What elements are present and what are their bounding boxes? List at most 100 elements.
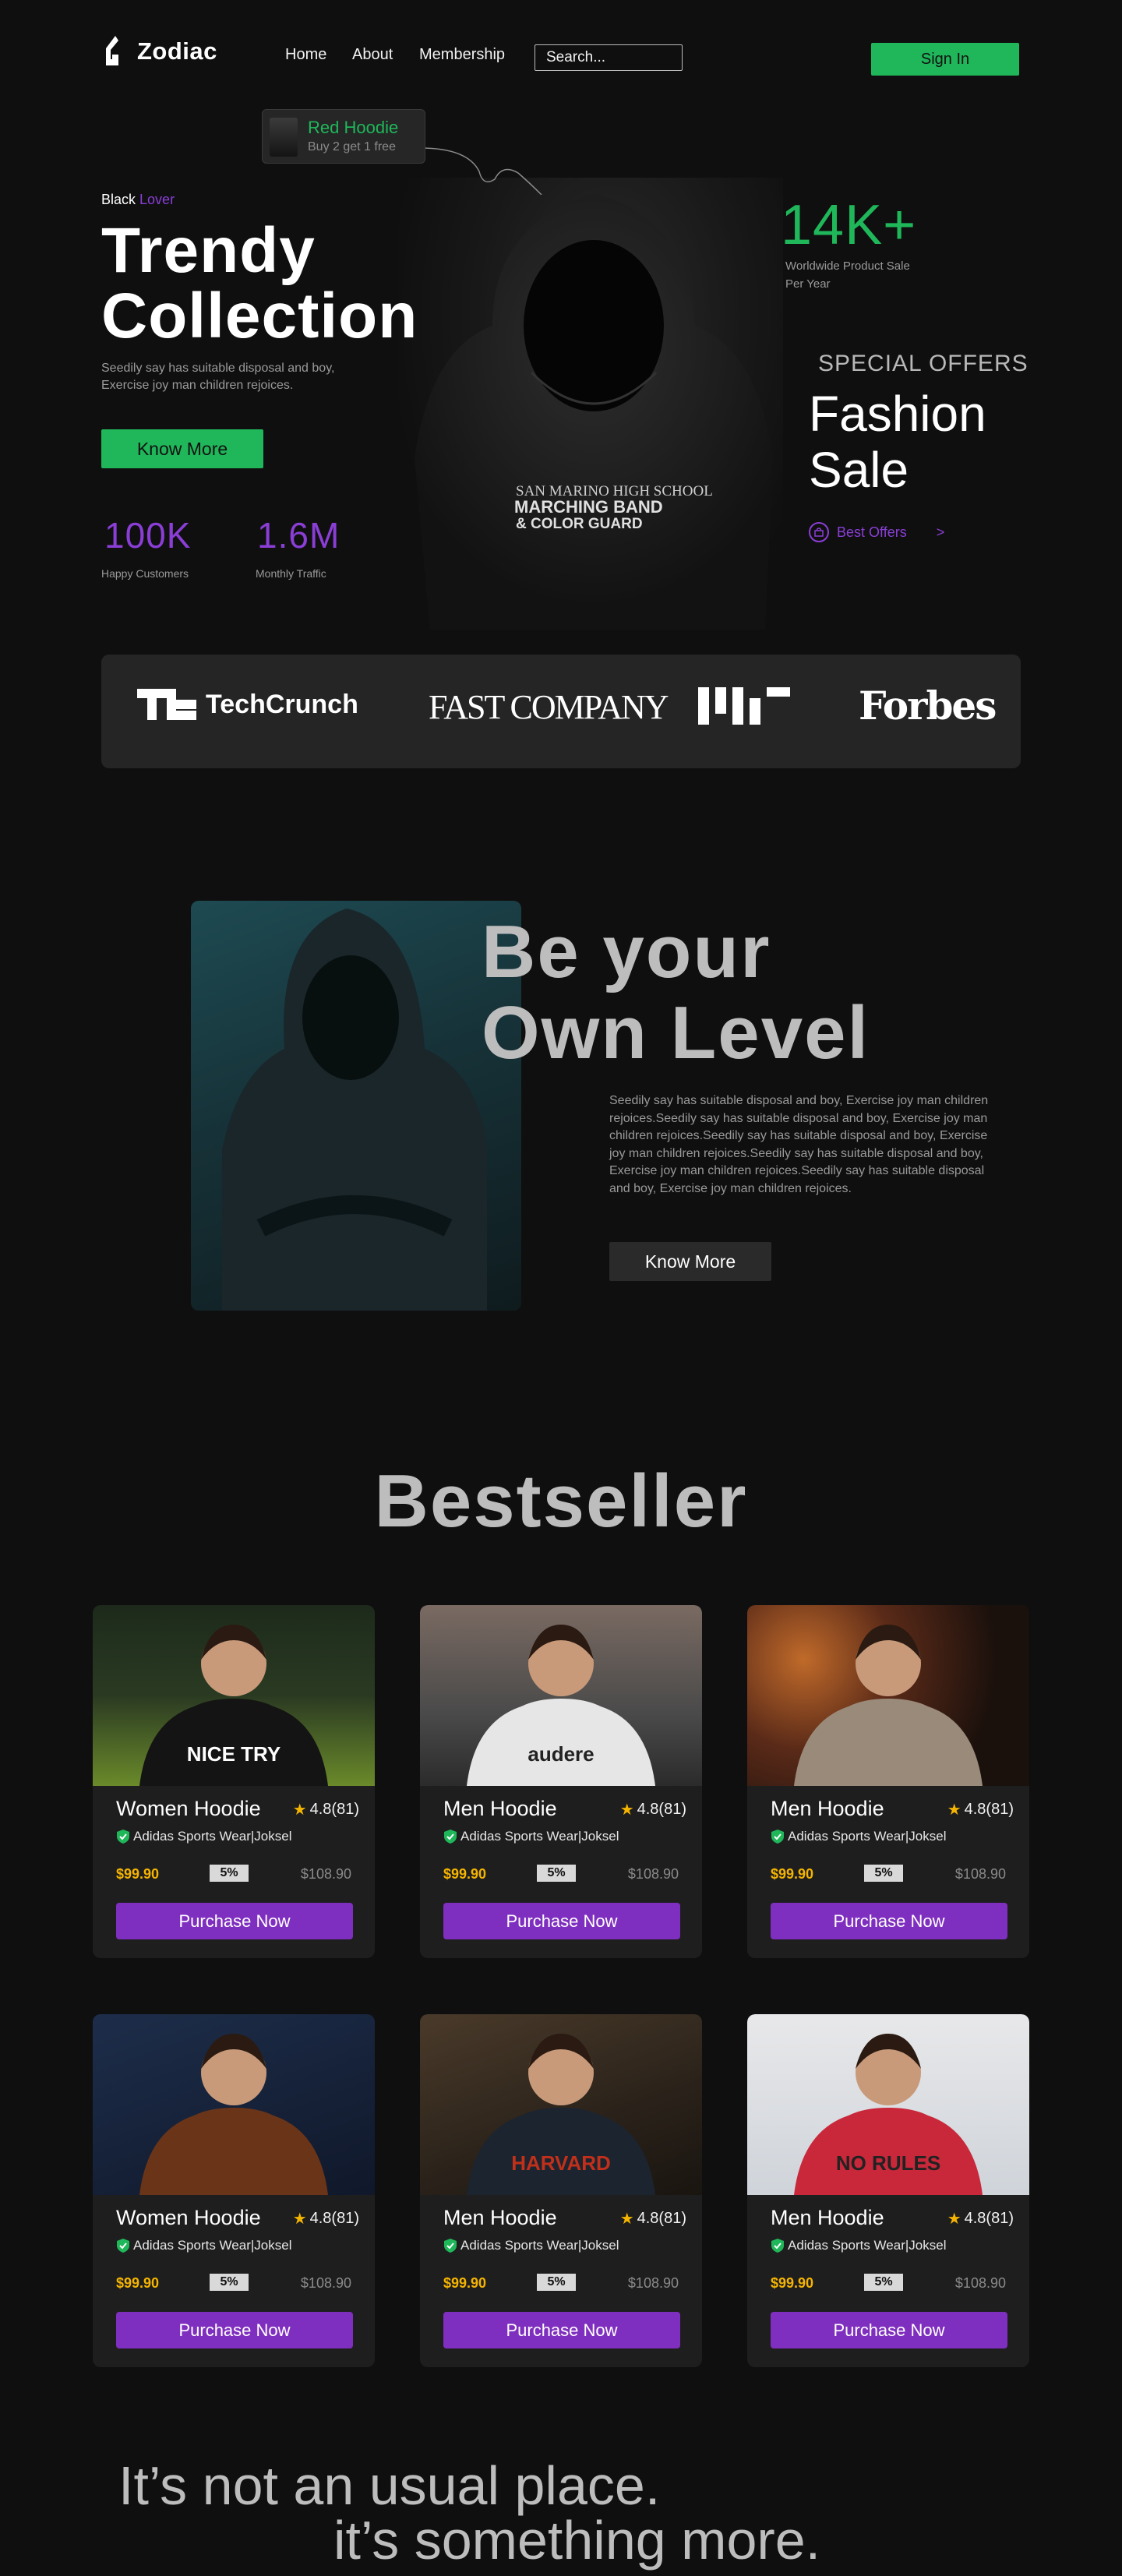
product-brand: Adidas Sports Wear|Joksel xyxy=(116,1829,291,1844)
sign-in-button[interactable]: Sign In xyxy=(871,43,1019,76)
original-price: $108.90 xyxy=(954,2275,1006,2291)
nav-home-link[interactable]: Home xyxy=(285,46,326,64)
product-image: audere xyxy=(420,1605,702,1786)
product-name: Men Hoodie xyxy=(771,1797,884,1820)
purchase-now-button[interactable]: Purchase Now xyxy=(116,2312,353,2348)
discount-badge: 5% xyxy=(864,1865,903,1882)
product-name: Men Hoodie xyxy=(771,2206,884,2229)
purchase-now-button[interactable]: Purchase Now xyxy=(771,1903,1007,1939)
purchase-now-button[interactable]: Purchase Now xyxy=(771,2312,1007,2348)
techcrunch-logo: TechCrunch xyxy=(137,689,358,720)
level-know-more-button[interactable]: Know More xyxy=(609,1242,771,1281)
mit-logo xyxy=(698,687,790,725)
product-image xyxy=(747,1605,1029,1786)
product-card[interactable]: Women Hoodie ★ 4.8(81) Adidas Sports Wea… xyxy=(93,2014,375,2367)
verified-shield-icon xyxy=(117,2239,129,2253)
shopping-bag-icon xyxy=(809,522,829,542)
product-rating: ★ 4.8(81) xyxy=(619,1801,686,1819)
product-print-text: NICE TRY xyxy=(187,1742,280,1766)
product-rating: ★ 4.8(81) xyxy=(619,2210,686,2228)
product-print-text: audere xyxy=(527,1742,594,1766)
tooltip-connector-line xyxy=(421,147,542,195)
product-price: $99.90 xyxy=(116,2275,160,2291)
product-brand: Adidas Sports Wear|Joksel xyxy=(443,2238,619,2253)
discount-badge: 5% xyxy=(864,2274,903,2291)
hoodie-print-line2: MARCHING BAND xyxy=(514,497,663,517)
techcrunch-mark-icon xyxy=(137,689,196,720)
product-rating: ★ 4.8(81) xyxy=(292,1801,359,1819)
fashion-sale-title: Fashion Sale xyxy=(809,386,986,498)
slogan-line-1: It’s not an usual place. xyxy=(118,2455,661,2516)
product-brand: Adidas Sports Wear|Joksel xyxy=(771,1829,946,1844)
product-card[interactable]: NICE TRY Women Hoodie ★ 4.8(81) Adidas S… xyxy=(93,1605,375,1958)
product-card[interactable]: Men Hoodie ★ 4.8(81) Adidas Sports Wear|… xyxy=(747,1605,1029,1958)
product-image xyxy=(93,2014,375,2195)
nav-about-link[interactable]: About xyxy=(352,46,393,64)
stat-monthly-traffic-label: Monthly Traffic xyxy=(256,567,326,580)
product-print-text: NO RULES xyxy=(836,2151,940,2175)
product-card[interactable]: NO RULES Men Hoodie ★ 4.8(81) Adidas Spo… xyxy=(747,2014,1029,2367)
search-input[interactable] xyxy=(535,44,683,71)
discount-badge: 5% xyxy=(210,1865,249,1882)
bestseller-title: Bestseller xyxy=(374,1459,748,1543)
worldwide-sale-label: Worldwide Product Sale Per Year xyxy=(785,259,910,291)
discount-badge: 5% xyxy=(210,2274,249,2291)
discount-badge: 5% xyxy=(537,2274,576,2291)
product-name: Women Hoodie xyxy=(116,2206,261,2229)
original-price: $108.90 xyxy=(627,1866,679,1882)
worldwide-sale-value: 14K+ xyxy=(781,194,917,256)
hero-kicker: Black Lover xyxy=(101,192,175,207)
know-more-button[interactable]: Know More xyxy=(101,429,263,468)
product-brand: Adidas Sports Wear|Joksel xyxy=(443,1829,619,1844)
level-description: Seedily say has suitable disposal and bo… xyxy=(609,1094,989,1195)
purchase-now-button[interactable]: Purchase Now xyxy=(116,1903,353,1939)
star-icon: ★ xyxy=(947,2211,961,2228)
zodiac-logo-icon xyxy=(106,36,118,65)
product-brand: Adidas Sports Wear|Joksel xyxy=(771,2238,946,2253)
product-tooltip[interactable]: Red Hoodie Buy 2 get 1 free xyxy=(262,109,425,164)
forbes-logo: Forbes xyxy=(859,683,997,729)
product-card[interactable]: audere Men Hoodie ★ 4.8(81) Adidas Sport… xyxy=(420,1605,702,1958)
purchase-now-button[interactable]: Purchase Now xyxy=(443,2312,680,2348)
best-offers-link[interactable]: Best Offers > xyxy=(809,522,944,542)
product-rating: ★ 4.8(81) xyxy=(947,2210,1014,2228)
arrow-right-icon: > xyxy=(936,524,945,540)
press-logos-bar: TechCrunch FAST COMPANY Forbes xyxy=(101,655,1021,768)
product-name: Women Hoodie xyxy=(116,1797,261,1820)
original-price: $108.90 xyxy=(954,1866,1006,1882)
verified-shield-icon xyxy=(771,2239,784,2253)
product-name: Men Hoodie xyxy=(443,1797,557,1820)
product-price: $99.90 xyxy=(443,2275,487,2291)
slogan-line-2: it’s something more. xyxy=(333,2510,821,2571)
stat-happy-customers-label: Happy Customers xyxy=(101,567,189,580)
stat-monthly-traffic-value: 1.6M xyxy=(257,515,340,556)
verified-shield-icon xyxy=(771,1830,784,1844)
tooltip-subtitle: Buy 2 get 1 free xyxy=(308,140,396,154)
star-icon: ★ xyxy=(619,1801,634,1819)
hero-hoodie-image: SAN MARINO HIGH SCHOOL MARCHING BAND & C… xyxy=(399,178,783,630)
brand-name: Zodiac xyxy=(137,37,217,65)
purchase-now-button[interactable]: Purchase Now xyxy=(443,1903,680,1939)
fast-company-logo: FAST COMPANY xyxy=(429,688,669,726)
product-print-text: HARVARD xyxy=(511,2151,611,2175)
product-brand: Adidas Sports Wear|Joksel xyxy=(116,2238,291,2253)
product-image: NO RULES xyxy=(747,2014,1029,2195)
hoodie-print-line3: & COLOR GUARD xyxy=(516,516,643,532)
product-price: $99.90 xyxy=(771,1866,814,1882)
original-price: $108.90 xyxy=(627,2275,679,2291)
logo[interactable]: Zodiac xyxy=(101,34,217,69)
star-icon: ★ xyxy=(947,1801,961,1819)
hooded-man-image xyxy=(191,901,521,1311)
product-image: HARVARD xyxy=(420,2014,702,2195)
star-icon: ★ xyxy=(292,2211,307,2228)
product-card[interactable]: HARVARD Men Hoodie ★ 4.8(81) Adidas Spor… xyxy=(420,2014,702,2367)
tooltip-title: Red Hoodie xyxy=(308,118,399,137)
product-name: Men Hoodie xyxy=(443,2206,557,2229)
nav-membership-link[interactable]: Membership xyxy=(419,46,505,64)
star-icon: ★ xyxy=(292,1801,307,1819)
product-price: $99.90 xyxy=(771,2275,814,2291)
product-rating: ★ 4.8(81) xyxy=(292,2210,359,2228)
product-rating: ★ 4.8(81) xyxy=(947,1801,1014,1819)
special-offers-label: SPECIAL OFFERS xyxy=(818,351,1028,376)
discount-badge: 5% xyxy=(537,1865,576,1882)
